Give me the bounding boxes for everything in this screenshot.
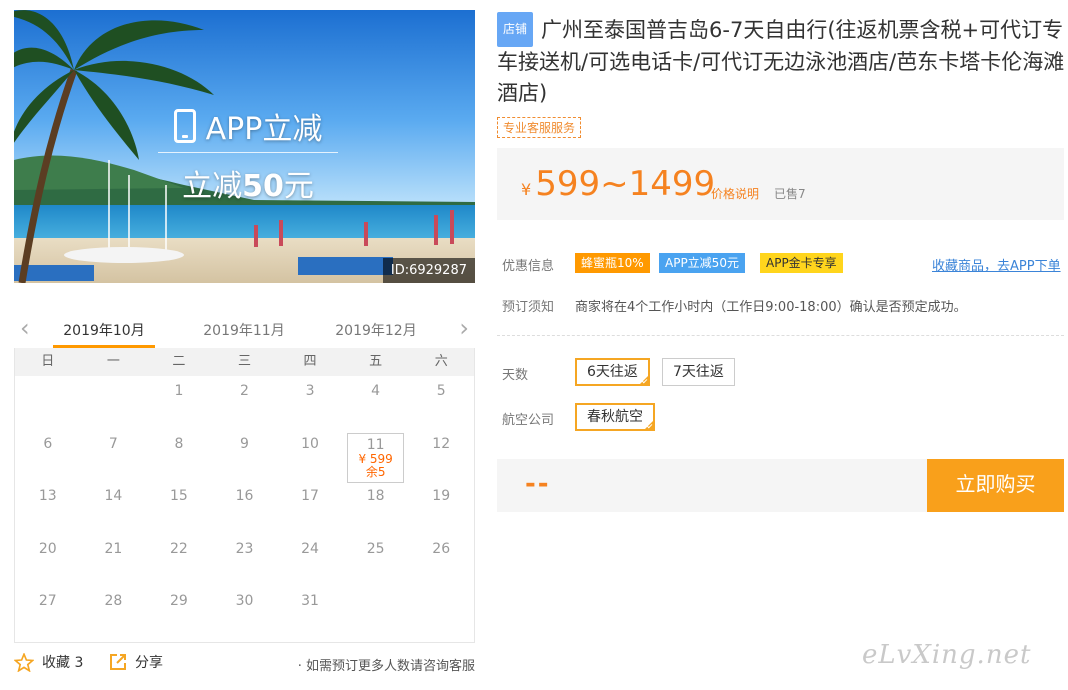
calendar-day: 24 — [301, 540, 319, 557]
weekday-label: 日 — [41, 354, 55, 369]
favorite-button[interactable]: 收藏 3 — [14, 652, 83, 672]
calendar-day: 22 — [170, 540, 188, 557]
banner-line1-text: APP立减 — [205, 112, 323, 147]
calendar-day: 31 — [301, 593, 319, 609]
calendar-day: 13 — [38, 488, 57, 504]
favorite-label: 收藏 3 — [42, 655, 84, 671]
product-title: 店铺 广州至泰国普吉岛6-7天自由行(往返机票含税+可代订专车接送机/可选电话卡/… — [497, 12, 1067, 109]
calendar-day: 20 — [38, 540, 57, 557]
calendar-weekday-header: 日一二三四五六 — [15, 348, 474, 376]
promo-tag-2: APP立减50元 — [659, 253, 745, 273]
calendar-day: 19 — [432, 488, 451, 504]
price-range-value: 599~1499 — [535, 164, 716, 204]
calendar-day: 10 — [301, 435, 319, 452]
calendar-day: 30 — [235, 593, 254, 609]
days-label: 天数 — [502, 368, 529, 383]
calendar-day: 23 — [235, 540, 254, 557]
calendar-day: 2 — [240, 383, 249, 399]
price-explanation-link[interactable]: 价格说明 — [711, 185, 759, 202]
calendar-day: 28 — [104, 593, 123, 609]
product-id-badge: ID:6929287 — [382, 258, 475, 283]
option-airline-spring[interactable]: 春秋航空 — [575, 403, 655, 431]
calendar-day: 16 — [235, 488, 254, 504]
weekday-label: 四 — [303, 354, 317, 369]
promo-label: 优惠信息 — [502, 259, 555, 274]
calendar-day-available[interactable]: 11 ¥ 599 余5 — [346, 432, 405, 483]
calendar-day: 12 — [432, 435, 451, 452]
banner-line2-suffix: 元 — [283, 169, 314, 204]
calendar-day: 17 — [301, 488, 319, 504]
calendar-day: 27 — [38, 593, 57, 609]
share-button[interactable]: 分享 — [109, 652, 163, 672]
phone-icon — [173, 109, 196, 143]
product-header: 店铺 广州至泰国普吉岛6-7天自由行(往返机票含税+可代订专车接送机/可选电话卡/… — [497, 12, 1067, 138]
option-6-days[interactable]: 6天往返 — [575, 358, 650, 386]
weekday-label: 三 — [237, 354, 251, 369]
notice-label: 预订须知 — [502, 300, 555, 315]
service-tag: 专业客服服务 — [497, 117, 582, 138]
calendar-empty-cell — [15, 376, 81, 429]
calendar-day-stock: 余5 — [365, 464, 386, 479]
calendar-month-tab-2[interactable]: 2019年11月 — [199, 320, 289, 340]
sold-count: 已售7 — [774, 187, 806, 201]
product-title-text: 广州至泰国普吉岛6-7天自由行(往返机票含税+可代订专车接送机/可选电话卡/可代… — [497, 18, 1065, 105]
calendar-empty-cell — [81, 376, 147, 429]
calendar-day: 8 — [174, 435, 184, 452]
calendar-day: 26 — [432, 540, 451, 557]
calendar-day-grid: 1 2 3 4 5 6 7 8 9 10 11 ¥ 599 余5 12 13 14 15 16 17 18 19 20 21… — [15, 376, 474, 639]
buy-now-button[interactable]: 立即购买 — [927, 459, 1064, 512]
shop-tag[interactable]: 店铺 — [497, 12, 534, 47]
banner-line2-amount: 50 — [242, 169, 284, 204]
calendar-day: 5 — [436, 383, 446, 399]
weekday-label: 二 — [172, 354, 186, 369]
weekday-label: 五 — [369, 354, 383, 369]
calendar-day: 25 — [366, 540, 385, 557]
calendar-day: 29 — [170, 593, 188, 609]
calendar-month-nav: ‹ 2019年10月 2019年11月 2019年12月 › — [14, 312, 475, 348]
option-7-days[interactable]: 7天往返 — [662, 358, 735, 386]
chevron-left-icon[interactable]: ‹ — [20, 316, 30, 340]
airline-label: 航空公司 — [502, 413, 555, 428]
star-icon — [14, 652, 34, 672]
calendar-day: 4 — [371, 383, 381, 399]
banner-promo-title: APP立减 — [158, 106, 338, 147]
total-price: -- — [525, 469, 551, 499]
notice-text: 商家将在4个工作小时内（工作日9:00-18:00）确认是否预定成功。 — [575, 300, 967, 315]
banner-line2-prefix: 立减 — [182, 169, 243, 204]
booking-calendar: 日一二三四五六 1 2 3 4 5 6 7 8 9 10 11 ¥ 599 余5 12 13 14 15 16 17… — [14, 348, 475, 643]
total-price-bar: -- — [497, 459, 927, 512]
favorite-app-order-link[interactable]: 收藏商品，去APP下单 — [932, 255, 1061, 274]
price-box: ¥599~1499 价格说明 已售7 — [497, 148, 1064, 220]
promo-tag-3: APP金卡专享 — [760, 253, 843, 273]
calendar-day: 14 — [104, 488, 123, 504]
chevron-right-icon[interactable]: › — [459, 316, 469, 340]
promo-tag-1: 蜂蜜瓶10% — [575, 253, 650, 273]
calendar-day: 7 — [108, 435, 118, 452]
price-range: ¥599~1499 — [521, 165, 715, 209]
calendar-day: 6 — [43, 435, 53, 452]
banner-promo-amount: 立减50元 — [158, 161, 338, 205]
share-label: 分享 — [135, 655, 163, 671]
section-divider — [497, 335, 1064, 336]
calendar-day: 18 — [366, 488, 385, 504]
calendar-month-tab-1[interactable]: 2019年10月 — [53, 320, 155, 348]
calendar-day: 1 — [174, 383, 184, 399]
calendar-day-price: ¥ 599 — [358, 451, 393, 466]
calendar-day: 15 — [170, 488, 188, 504]
share-icon — [110, 654, 126, 670]
weekday-label: 六 — [434, 354, 448, 369]
banner-promo-overlay: APP立减 立减50元 — [158, 106, 338, 205]
currency-symbol: ¥ — [521, 180, 532, 199]
calendar-day: 3 — [305, 383, 315, 399]
calendar-day: 21 — [104, 540, 123, 557]
consult-note: · 如需预订更多人数请咨询客服 — [297, 659, 475, 674]
watermark-logo: eLvXing.net — [862, 640, 1032, 670]
banner-divider — [158, 152, 338, 153]
calendar-day-number: 11 — [366, 436, 385, 453]
calendar-month-tab-3[interactable]: 2019年12月 — [331, 320, 421, 340]
weekday-label: 一 — [106, 354, 120, 369]
calendar-day: 9 — [240, 435, 249, 452]
product-actions-bar: 收藏 3 分享 · 如需预订更多人数请咨询客服 — [14, 652, 475, 676]
product-banner-image: APP立减 立减50元 ID:6929287 — [14, 10, 475, 283]
